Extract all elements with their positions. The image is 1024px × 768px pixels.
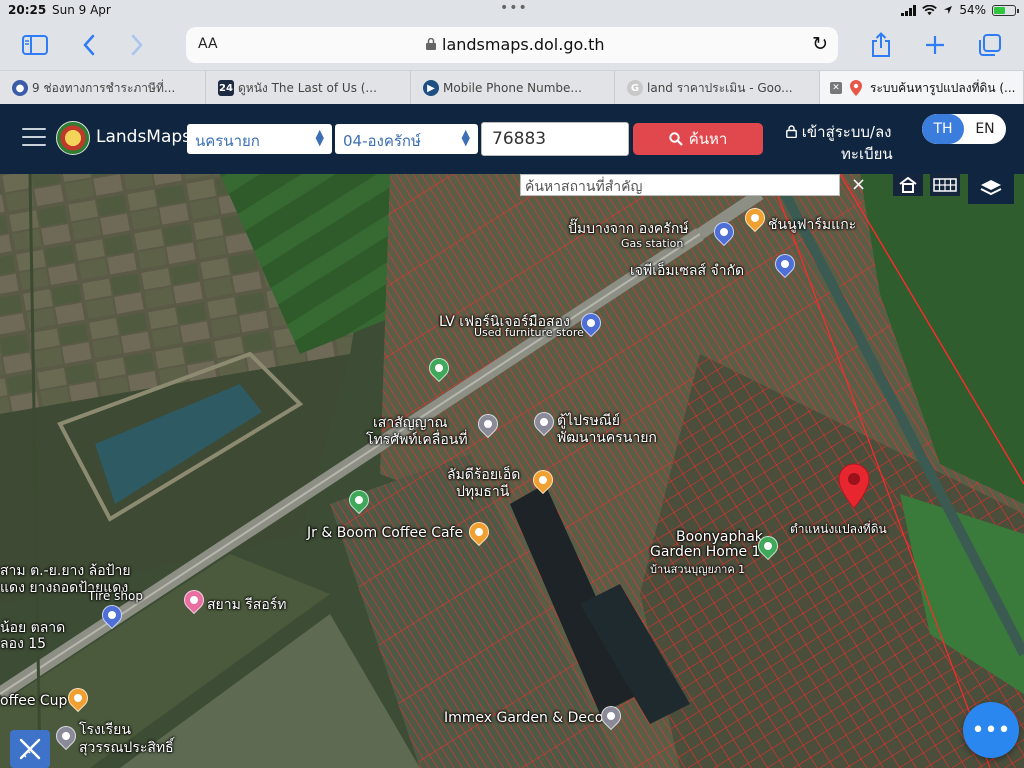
district-select[interactable]: 04-องครักษ์ ▲ ▼ — [335, 124, 478, 154]
tab-bar: ● 9 ช่องทางการชำระภาษีที่... 24 ดูหนัง T… — [0, 70, 1024, 105]
tab-favicon-icon: ● — [12, 80, 28, 96]
lock-icon — [426, 38, 436, 50]
tab-title: land ราคาประเมิน - Goo... — [647, 80, 793, 95]
map-label-immex[interactable]: Immex Garden & Decor — [444, 710, 609, 726]
search-label: ค้นหา — [688, 130, 728, 148]
login-link[interactable]: เข้าสู่ระบบ/ลง ทะเบียน — [786, 121, 906, 165]
tab-1[interactable]: ● 9 ช่องทางการชำระภาษีที่... — [0, 71, 206, 105]
status-bar: 20:25 Sun 9 Apr ••• 54% — [0, 0, 1024, 22]
map-pin-favicon-icon — [850, 80, 862, 96]
map-label-coffee[interactable]: Jr & Boom Coffee Cafe — [307, 525, 463, 541]
measure-tool-icon[interactable] — [10, 730, 50, 768]
tab-favicon-icon: G — [627, 80, 643, 96]
map-label-parcel-marker: ตำแหน่งแปลงที่ดิน — [790, 522, 887, 536]
cellular-signal-icon — [901, 4, 917, 16]
language-toggle[interactable]: TH EN — [922, 114, 1006, 144]
share-icon[interactable] — [866, 30, 896, 60]
search-button[interactable]: ค้นหา — [633, 123, 763, 155]
tab-3[interactable]: ▶ Mobile Phone Numbe... — [411, 71, 615, 105]
lang-en-button[interactable]: EN — [964, 114, 1006, 144]
map-label-resort[interactable]: สยาม รีสอร์ท — [207, 594, 287, 616]
reload-icon[interactable]: ↻ — [812, 33, 828, 55]
lock-icon — [786, 125, 797, 139]
reader-aa-button[interactable]: AA — [198, 36, 218, 52]
district-value: 04-องครักษ์ — [343, 132, 421, 150]
url-text[interactable]: landsmaps.dol.go.th — [442, 35, 605, 54]
grid-icon[interactable] — [930, 174, 960, 196]
home-icon[interactable] — [893, 174, 923, 196]
battery-icon — [992, 4, 1019, 16]
status-right: 54% — [901, 3, 1019, 17]
map-label-restaurant-2[interactable]: ปทุมธานี — [456, 481, 509, 503]
map-label-phone-tower-2[interactable]: โทรศัพท์เคลื่อนที่ — [366, 429, 468, 451]
tab-title: ระบบค้นหารูปแปลงที่ดิน (... — [870, 80, 1016, 95]
map-label-lv-furniture-en: Used furniture store — [474, 326, 584, 339]
tab-title: 9 ช่องทางการชำระภาษีที่... — [32, 80, 176, 95]
tab-2[interactable]: 24 ดูหนัง The Last of Us (... — [206, 71, 411, 105]
map-label-boonyaphak-2[interactable]: Garden Home 1 — [650, 544, 760, 560]
map-label-left-4[interactable]: ลอง 15 — [0, 633, 46, 655]
map-view[interactable]: ค้นหาสถานที่สำคัญ × ปั๊มบางจาก องครักษ์ … — [0, 174, 1024, 768]
login-text-1: เข้าสู่ระบบ/ลง — [801, 123, 892, 141]
back-icon[interactable] — [74, 30, 104, 60]
map-label-farm[interactable]: ชันนูฟาร์มแกะ — [768, 214, 856, 236]
tab-4[interactable]: G land ราคาประเมิน - Goo... — [615, 71, 820, 105]
map-label-post-2[interactable]: พัฒนานครนายก — [557, 427, 657, 449]
map-label-jp-sales[interactable]: เจพีเอ็มเซลส์ จำกัด — [630, 260, 744, 282]
login-text-2: ทะเบียน — [841, 145, 893, 163]
clear-search-icon[interactable]: × — [851, 174, 866, 195]
brand-name: LandsMaps — [96, 127, 192, 147]
tab-title: Mobile Phone Numbe... — [443, 81, 582, 95]
tab-favicon-icon: 24 — [218, 80, 234, 96]
select-chevron-icon: ▲ ▼ — [461, 127, 470, 148]
status-time: 20:25 — [8, 3, 47, 17]
map-label-boonyaphak-th: บ้านสวนบุญยภาค 1 — [650, 563, 746, 576]
parcel-location-pin-icon[interactable] — [837, 463, 871, 509]
sidebar-icon[interactable] — [20, 30, 50, 60]
lang-th-button[interactable]: TH — [922, 114, 964, 144]
menu-icon[interactable] — [22, 128, 46, 148]
multitask-dots-icon[interactable]: ••• — [500, 0, 528, 16]
search-icon — [668, 132, 683, 146]
landsmaps-header: LandsMaps นครนายก ▲ ▼ 04-องครักษ์ ▲ ▼ 7688… — [0, 104, 1024, 174]
layers-icon[interactable] — [968, 174, 1014, 204]
browser-toolbar: AA landsmaps.dol.go.th ↻ — [0, 22, 1024, 70]
new-tab-icon[interactable] — [920, 30, 950, 60]
tab-5-active[interactable]: ✕ ระบบค้นหารูปแปลงที่ดิน (... — [820, 71, 1024, 105]
battery-percent: 54% — [959, 3, 986, 17]
parcel-number-input[interactable]: 76883 — [481, 122, 629, 156]
map-label-school-2[interactable]: สุวรรณประสิทธิ์ — [79, 737, 174, 759]
landmark-search-input[interactable]: ค้นหาสถานที่สำคัญ — [520, 174, 840, 196]
map-label-tire-shop: Tire shop — [88, 589, 143, 603]
province-select[interactable]: นครนายก ▲ ▼ — [187, 124, 332, 154]
tab-overview-icon[interactable] — [975, 30, 1005, 60]
more-options-button[interactable]: ••• — [963, 702, 1019, 758]
wifi-icon — [922, 4, 938, 15]
select-chevron-icon: ▲ ▼ — [315, 127, 324, 148]
address-bar[interactable]: AA landsmaps.dol.go.th ↻ — [186, 27, 838, 63]
forward-icon[interactable] — [122, 30, 152, 60]
map-label-boonyaphak-1[interactable]: Boonyaphak — [676, 529, 763, 545]
status-date: Sun 9 Apr — [52, 3, 111, 17]
province-value: นครนายก — [195, 132, 260, 150]
tab-favicon-icon: ▶ — [423, 80, 439, 96]
location-icon — [944, 6, 953, 14]
tab-title: ดูหนัง The Last of Us (... — [238, 80, 377, 95]
dol-logo — [56, 121, 90, 155]
close-tab-icon[interactable]: ✕ — [830, 82, 842, 94]
map-label-gas-station-en: Gas station — [621, 237, 684, 250]
map-label-coffee-cup[interactable]: offee Cup — [0, 693, 67, 709]
